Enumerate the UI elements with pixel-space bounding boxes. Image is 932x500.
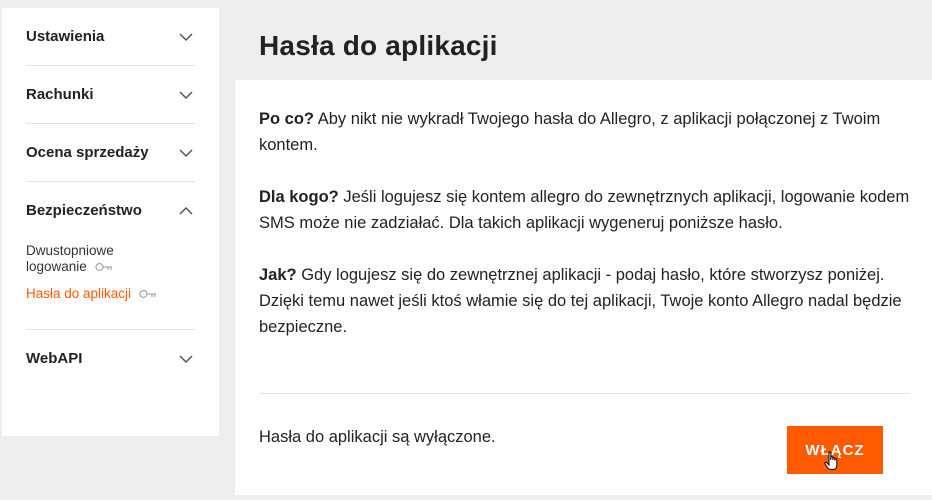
- main-content: Po co? Aby nikt nie wykradł Twojego hasł…: [235, 80, 932, 495]
- nav-header-webapi[interactable]: WebAPI: [26, 330, 195, 387]
- sidebar-item-hasla-do-aplikacji[interactable]: Hasła do aplikacji: [26, 286, 195, 302]
- key-icon: [139, 290, 156, 299]
- nav-header-ocena-sprzedazy[interactable]: Ocena sprzedaży: [26, 124, 195, 181]
- info-paragraph-jak: Jak? Gdy logujesz się do zewnętrznej apl…: [259, 262, 914, 340]
- paragraph-text: Gdy logujesz się do zewnętrznej aplikacj…: [259, 266, 902, 336]
- nav-section-rachunki: Rachunki: [26, 66, 195, 124]
- nav-header-ustawienia[interactable]: Ustawienia: [26, 8, 195, 65]
- paragraph-text: Jeśli logujesz się kontem allegro do zew…: [259, 188, 910, 232]
- paragraph-lead: Dla kogo?: [259, 188, 339, 206]
- chevron-down-icon: [179, 354, 193, 363]
- sidebar-item-dwustopniowe-logowanie[interactable]: Dwustopniowe logowanie: [26, 243, 146, 275]
- page-header: Hasła do aplikacji: [235, 8, 932, 80]
- sub-list-bezpieczenstwo: Dwustopniowe logowanie Hasła do aplikacj…: [26, 239, 195, 329]
- page-title: Hasła do aplikacji: [259, 30, 498, 61]
- info-paragraph-po-co: Po co? Aby nikt nie wykradł Twojego hasł…: [259, 106, 914, 158]
- nav-section-ustawienia: Ustawienia: [26, 8, 195, 66]
- chevron-up-icon: [179, 206, 193, 215]
- paragraph-lead: Po co?: [259, 110, 315, 128]
- nav-header-bezpieczenstwo[interactable]: Bezpieczeństwo: [26, 182, 195, 239]
- nav-label: Ustawienia: [26, 28, 105, 45]
- sidebar-nav: Ustawienia Rachunki Ocena sprzedaży Bezp…: [2, 8, 219, 436]
- nav-header-rachunki[interactable]: Rachunki: [26, 66, 195, 123]
- nav-label: Ocena sprzedaży: [26, 144, 149, 161]
- chevron-down-icon: [179, 90, 193, 99]
- chevron-down-icon: [179, 32, 193, 41]
- key-icon: [94, 263, 112, 272]
- chevron-down-icon: [179, 148, 193, 157]
- sidebar-item-label: Hasła do aplikacji: [26, 286, 132, 301]
- paragraph-text: Aby nikt nie wykradł Twojego hasła do Al…: [259, 110, 881, 154]
- nav-label: WebAPI: [26, 350, 83, 367]
- info-paragraph-dla-kogo: Dla kogo? Jeśli logujesz się kontem alle…: [259, 184, 914, 236]
- nav-label: Rachunki: [26, 86, 94, 103]
- nav-section-webapi: WebAPI: [26, 330, 195, 387]
- divider: [259, 393, 910, 394]
- nav-section-bezpieczenstwo: Bezpieczeństwo Dwustopniowe logowanie Ha…: [26, 182, 195, 330]
- paragraph-lead: Jak?: [259, 266, 297, 284]
- status-text: Hasła do aplikacji są wyłączone.: [259, 428, 496, 446]
- nav-section-ocena-sprzedazy: Ocena sprzedaży: [26, 124, 195, 182]
- nav-label: Bezpieczeństwo: [26, 202, 142, 219]
- hand-cursor-icon: [824, 451, 838, 470]
